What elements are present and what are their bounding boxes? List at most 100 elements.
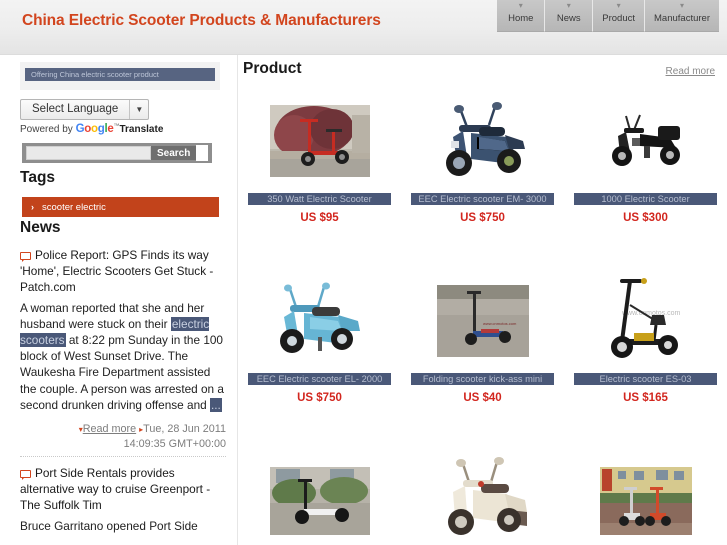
news-item-title-row[interactable]: Port Side Rentals provides alternative w… [20,465,226,514]
product-card: 1000 Electric Scooter US $300 [564,87,727,267]
nav-tab-news[interactable]: ▾ News [545,0,594,32]
product-thumb-wrap [564,95,727,187]
blue-moped-scooter[interactable] [432,97,533,185]
nav-tab-label: Manufacturer [654,13,710,24]
nav-tab-label: News [556,13,581,24]
news-item-title: Port Side Rentals provides alternative w… [20,466,211,513]
product-card [238,447,401,545]
language-select-label: Select Language [21,100,131,119]
news-divider [20,456,226,458]
standup-electric-scooter[interactable]: www.cnmotos.com [599,275,692,367]
tag-item-label: scooter electric [42,202,106,213]
comment-bubble-icon [20,252,31,262]
comment-bubble-icon [20,470,31,481]
nav-tab-label: Home [508,13,534,24]
product-card: www.cnmotos.com Folding scooter kick-ass… [401,267,564,447]
main-content: Product Read more 350 Watt Electric Scoo… [238,55,727,545]
news-item-time: 14:09:35 GMT+00:00 [123,438,226,451]
product-card [401,447,564,545]
product-thumb-wrap [401,95,564,187]
product-thumb-wrap: www.cnmotos.com [564,275,727,367]
product-title-text: Electric scooter ES-03 [598,374,693,384]
search-input[interactable] [26,146,151,160]
product-title[interactable]: EEC Electric scooter EL- 2000 [248,373,391,385]
chevron-down-icon: ▼ [135,105,144,114]
cream-vespa-scooter[interactable] [432,456,533,545]
product-thumb-wrap [238,95,401,187]
product-card [564,447,727,545]
nav-tab-product[interactable]: ▾ Product [593,0,646,32]
section-title-product: Product [243,60,302,77]
product-price: US $40 [463,392,502,404]
nav-tab-home[interactable]: ▾ Home [497,0,546,32]
product-title[interactable]: EEC Electric scooter EM- 3000 [411,193,554,205]
product-thumb-wrap: www.cnmotos.com [401,275,564,367]
page-title: China Electric Scooter Products & Manufa… [22,12,381,29]
news-list: Police Report: GPS Finds its way 'Home',… [20,247,226,538]
page-root: China Electric Scooter Products & Manufa… [0,0,727,545]
product-price: US $95 [300,212,339,224]
language-select[interactable]: Select Language ▼ [20,99,150,120]
light-blue-moped-scooter[interactable] [269,281,370,361]
product-title-text: EEC Electric scooter EM- 3000 [417,194,548,204]
powered-by-google-translate: Powered by Google™Translate [20,123,163,135]
product-card: EEC Electric scooter EL- 2000 US $750 [238,267,401,447]
chevron-down-icon: ▾ [566,1,571,10]
product-title-text: 1000 Electric Scooter [600,194,691,204]
product-read-more-link[interactable]: Read more [666,66,715,77]
chevron-down-icon: ▾ [616,1,621,10]
product-title[interactable]: 350 Watt Electric Scooter [248,193,391,205]
site-header: China Electric Scooter Products & Manufa… [0,0,727,55]
two-segway-street-photo[interactable] [599,467,692,535]
product-title[interactable]: Folding scooter kick-ass mini [411,373,554,385]
product-price: US $750 [460,212,505,224]
product-title[interactable]: Electric scooter ES-03 [574,373,717,385]
news-item-body: Bruce Garritano opened Port Side [20,518,226,534]
product-card: www.cnmotos.com Electric scooter ES-03 U… [564,267,727,447]
translate-word: Translate [119,124,164,135]
product-title[interactable]: 1000 Electric Scooter [574,193,717,205]
caret-right-icon: › [31,202,34,212]
chevron-down-icon: ▾ [679,1,685,10]
news-item-meta: ▾Read more ▸Tue, 28 Jun 2011 14:09:35 GM… [20,422,226,451]
news-read-more-link[interactable]: Read more [83,423,136,435]
news-body-ellipsis: ... [209,397,222,412]
product-price: US $165 [623,392,668,404]
search-bar: Search [22,143,212,163]
news-heading: News [20,219,61,236]
product-price: US $300 [623,212,668,224]
news-item-title-row[interactable]: Police Report: GPS Finds its way 'Home',… [20,247,226,296]
product-thumb-wrap [401,455,564,545]
product-card: EEC Electric scooter EM- 3000 US $750 [401,87,564,267]
news-item: Police Report: GPS Finds its way 'Home',… [20,247,226,458]
nav-tab-manufacturer[interactable]: ▾ Manufacturer [645,0,719,32]
sidebar: Offering China electric scooter product … [0,55,238,545]
svg-text:www.cnmotos.com: www.cnmotos.com [621,310,681,317]
black-scooter-outdoor-photo[interactable] [269,467,370,535]
translate-banner: Offering China electric scooter product [20,62,220,90]
news-item-body: A woman reported that she and her husban… [20,300,226,413]
black-moped-scooter[interactable] [599,112,692,170]
chevron-down-icon: ▾ [518,1,523,10]
product-title-text: Folding scooter kick-ass mini [421,374,544,384]
google-logo: Google [75,123,114,135]
news-item: Port Side Rentals provides alternative w… [20,465,226,534]
folding-kick-scooter-photo[interactable]: www.cnmotos.com [436,285,529,357]
nav-tab-label: Product [602,13,636,24]
tag-item-scooter-electric[interactable]: › scooter electric [22,197,219,217]
news-body-before: Bruce Garritano opened Port Side [20,518,198,533]
tags-heading: Tags [20,169,56,186]
powered-by-prefix: Powered by [20,124,73,135]
product-title-text: 350 Watt Electric Scooter [266,194,373,204]
product-thumb-wrap [238,275,401,367]
product-price: US $750 [297,392,342,404]
product-thumb-wrap [564,455,727,545]
svg-text:www.cnmotos.com: www.cnmotos.com [483,321,517,326]
search-button[interactable]: Search [151,146,197,160]
main-header: Product Read more [238,55,727,85]
product-card: 350 Watt Electric Scooter US $95 [238,87,401,267]
main-navigation: ▾ Home ▾ News ▾ Product ▾ Manufacturer [497,0,719,32]
product-grid: 350 Watt Electric Scooter US $95 EEC Ele… [238,87,727,545]
product-thumb-wrap [238,455,401,545]
red-kick-scooter-photo[interactable] [269,105,370,177]
